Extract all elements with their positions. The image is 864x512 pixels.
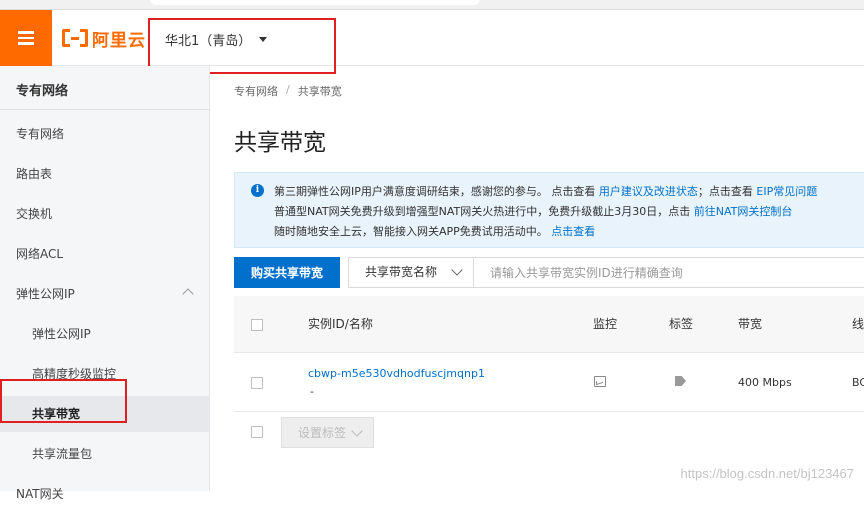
notice-line-2: 普通型NAT网关免费升级到增强型NAT网关火热进行中，免费升级截止3月30日，点… xyxy=(274,203,792,219)
chevron-up-icon xyxy=(182,288,193,299)
browser-toolbar xyxy=(0,0,864,10)
tag-icon[interactable] xyxy=(675,376,686,386)
col-instance-id: 实例ID/名称 xyxy=(308,296,373,353)
sidebar: 专有网络 专有网络 路由表 交换机 网络ACL 弹性公网IP 弹性公网IP 高精… xyxy=(0,66,210,491)
sidebar-group-eip[interactable]: 弹性公网IP xyxy=(0,276,210,312)
eip-faq-link[interactable]: EIP常见问题 xyxy=(756,185,817,198)
sidebar-item-network-acl[interactable]: 网络ACL xyxy=(0,236,210,272)
hamburger-icon xyxy=(18,31,34,45)
notice-text-1: 第三期弹性公网IP用户满意度调研结束，感谢您的参与。 点击查看 xyxy=(274,185,599,198)
logo-text: 阿里云 xyxy=(92,26,146,51)
col-monitor: 监控 xyxy=(593,296,617,353)
address-bar[interactable] xyxy=(150,0,480,5)
set-tags-label: 设置标签 xyxy=(298,426,346,440)
main-content: 专有网络 / 共享带宽 共享带宽 i 第三期弹性公网IP用户满意度调研结束，感谢… xyxy=(211,66,864,491)
sidebar-title: 专有网络 xyxy=(16,80,68,99)
col-bandwidth: 带宽 xyxy=(738,296,762,353)
aliyun-logo[interactable]: 阿里云 xyxy=(62,28,146,48)
instance-name: - xyxy=(310,385,314,398)
sidebar-item-vswitch[interactable]: 交换机 xyxy=(0,196,210,232)
top-navbar: 阿里云 华北1（青岛） xyxy=(0,10,864,66)
footer-select-all-checkbox[interactable] xyxy=(251,426,263,438)
breadcrumb-vpc[interactable]: 专有网络 xyxy=(234,83,278,99)
breadcrumb: 专有网络 / 共享带宽 xyxy=(234,83,342,99)
sidebar-item-data-transfer-plan[interactable]: 共享流量包 xyxy=(0,436,210,472)
view-more-link[interactable]: 点击查看 xyxy=(551,225,595,238)
watermark: https://blog.csdn.net/bj123467 xyxy=(681,466,854,481)
sidebar-item-route-table[interactable]: 路由表 xyxy=(0,156,210,192)
monitor-chart-icon[interactable] xyxy=(594,376,606,387)
chevron-down-icon xyxy=(451,264,462,275)
col-tags: 标签 xyxy=(669,296,693,353)
sidebar-item-vpc[interactable]: 专有网络 xyxy=(0,116,210,152)
user-feedback-link[interactable]: 用户建议及改进状态 xyxy=(599,185,698,198)
notice-text-3: 随时随地安全上云，智能接入网关APP免费试用活动中。 xyxy=(274,225,551,238)
notice-text-1b: ；点击查看 xyxy=(698,185,757,198)
nat-console-link[interactable]: 前往NAT网关控制台 xyxy=(694,205,793,218)
notice-banner: i 第三期弹性公网IP用户满意度调研结束，感谢您的参与。 点击查看 用户建议及改… xyxy=(234,172,864,248)
info-icon: i xyxy=(251,184,264,197)
set-tags-button[interactable]: 设置标签 xyxy=(281,417,374,448)
line-value: BG xyxy=(852,376,864,389)
sidebar-divider xyxy=(0,109,210,110)
notice-text-2: 普通型NAT网关免费升级到增强型NAT网关火热进行中，免费升级截止3月30日，点… xyxy=(274,205,694,218)
sidebar-item-eip[interactable]: 弹性公网IP xyxy=(0,316,210,352)
highlight-box-shared-bandwidth xyxy=(0,379,127,423)
row-checkbox[interactable] xyxy=(251,377,263,389)
search-input[interactable] xyxy=(474,257,864,288)
breadcrumb-current: 共享带宽 xyxy=(298,83,342,99)
table-header: 实例ID/名称 监控 标签 带宽 线 xyxy=(234,296,864,353)
page-title: 共享带宽 xyxy=(234,123,326,157)
select-all-checkbox[interactable] xyxy=(251,319,263,331)
filter-field-label: 共享带宽名称 xyxy=(365,265,437,279)
bandwidth-value: 400 Mbps xyxy=(738,376,792,389)
menu-toggle-button[interactable] xyxy=(0,10,52,66)
buy-shared-bandwidth-button[interactable]: 购买共享带宽 xyxy=(234,257,340,288)
chevron-down-icon xyxy=(351,425,362,436)
table-footer: 设置标签 xyxy=(234,413,864,453)
breadcrumb-separator: / xyxy=(286,83,290,99)
notice-line-1: 第三期弹性公网IP用户满意度调研结束，感谢您的参与。 点击查看 用户建议及改进状… xyxy=(274,183,817,199)
col-line: 线 xyxy=(852,296,864,353)
aliyun-logo-icon xyxy=(62,29,88,47)
notice-line-3: 随时随地安全上云，智能接入网关APP免费试用活动中。 点击查看 xyxy=(274,223,595,239)
sidebar-item-nat-gateway[interactable]: NAT网关 xyxy=(0,476,210,512)
instance-id-link[interactable]: cbwp-m5e530vdhodfuscjmqnp1 xyxy=(308,367,485,380)
sidebar-group-eip-label: 弹性公网IP xyxy=(16,287,75,301)
table-row: cbwp-m5e530vdhodfuscjmqnp1 - 400 Mbps BG xyxy=(234,353,864,412)
filter-field-select[interactable]: 共享带宽名称 xyxy=(348,257,474,288)
